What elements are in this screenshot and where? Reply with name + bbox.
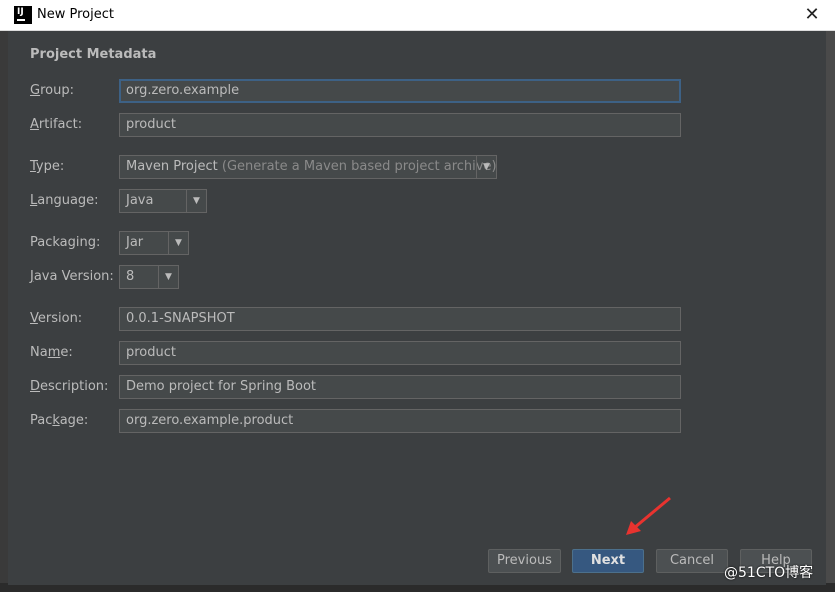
packaging-combobox[interactable]: Jar ▼ [119,231,189,255]
artifact-field[interactable]: product [119,113,681,137]
group-label: Group: [30,83,74,98]
chevron-down-icon[interactable]: ▼ [158,266,178,288]
version-field[interactable]: 0.0.1-SNAPSHOT [119,307,681,331]
title-bar: IJ New Project ✕ [0,0,835,31]
package-label: Package: [30,413,89,428]
packaging-label: Packaging: [30,235,101,250]
cancel-button[interactable]: Cancel [656,549,728,573]
language-combobox[interactable]: Java ▼ [119,189,207,213]
packaging-value: Jar [126,235,144,250]
language-value: Java [126,193,154,208]
dialog-content: Project Metadata Group: org.zero.example… [8,31,826,585]
java-version-combobox[interactable]: 8 ▼ [119,265,179,289]
section-title: Project Metadata [30,47,157,62]
java-version-value: 8 [126,269,135,284]
package-field[interactable]: org.zero.example.product [119,409,681,433]
description-field[interactable]: Demo project for Spring Boot [119,375,681,399]
description-label: Description: [30,379,109,394]
language-label: Language: [30,193,99,208]
annotation-arrow-icon [626,496,671,535]
watermark: @51CTO博客 [724,565,814,581]
new-project-window: IJ New Project ✕ Project Metadata Group:… [0,0,835,585]
java-version-label: Java Version: [30,269,114,284]
version-label: Version: [30,311,83,326]
close-button[interactable]: ✕ [796,0,828,30]
type-value: Maven Project [126,159,218,174]
next-button[interactable]: Next [572,549,644,573]
chevron-down-icon[interactable]: ▼ [168,232,188,254]
close-icon: ✕ [804,4,820,25]
window-title: New Project [37,7,114,22]
intellij-icon: IJ [14,6,32,24]
name-field[interactable]: product [119,341,681,365]
type-combobox[interactable]: Maven Project (Generate a Maven based pr… [119,155,497,179]
previous-button[interactable]: Previous [488,549,561,573]
chevron-down-icon[interactable]: ▼ [476,156,496,178]
group-field[interactable]: org.zero.example [119,79,681,103]
name-label: Name: [30,345,73,360]
type-label: Type: [30,159,65,174]
chevron-down-icon[interactable]: ▼ [186,190,206,212]
artifact-label: Artifact: [30,117,83,132]
type-hint: (Generate a Maven based project archive) [217,159,497,174]
